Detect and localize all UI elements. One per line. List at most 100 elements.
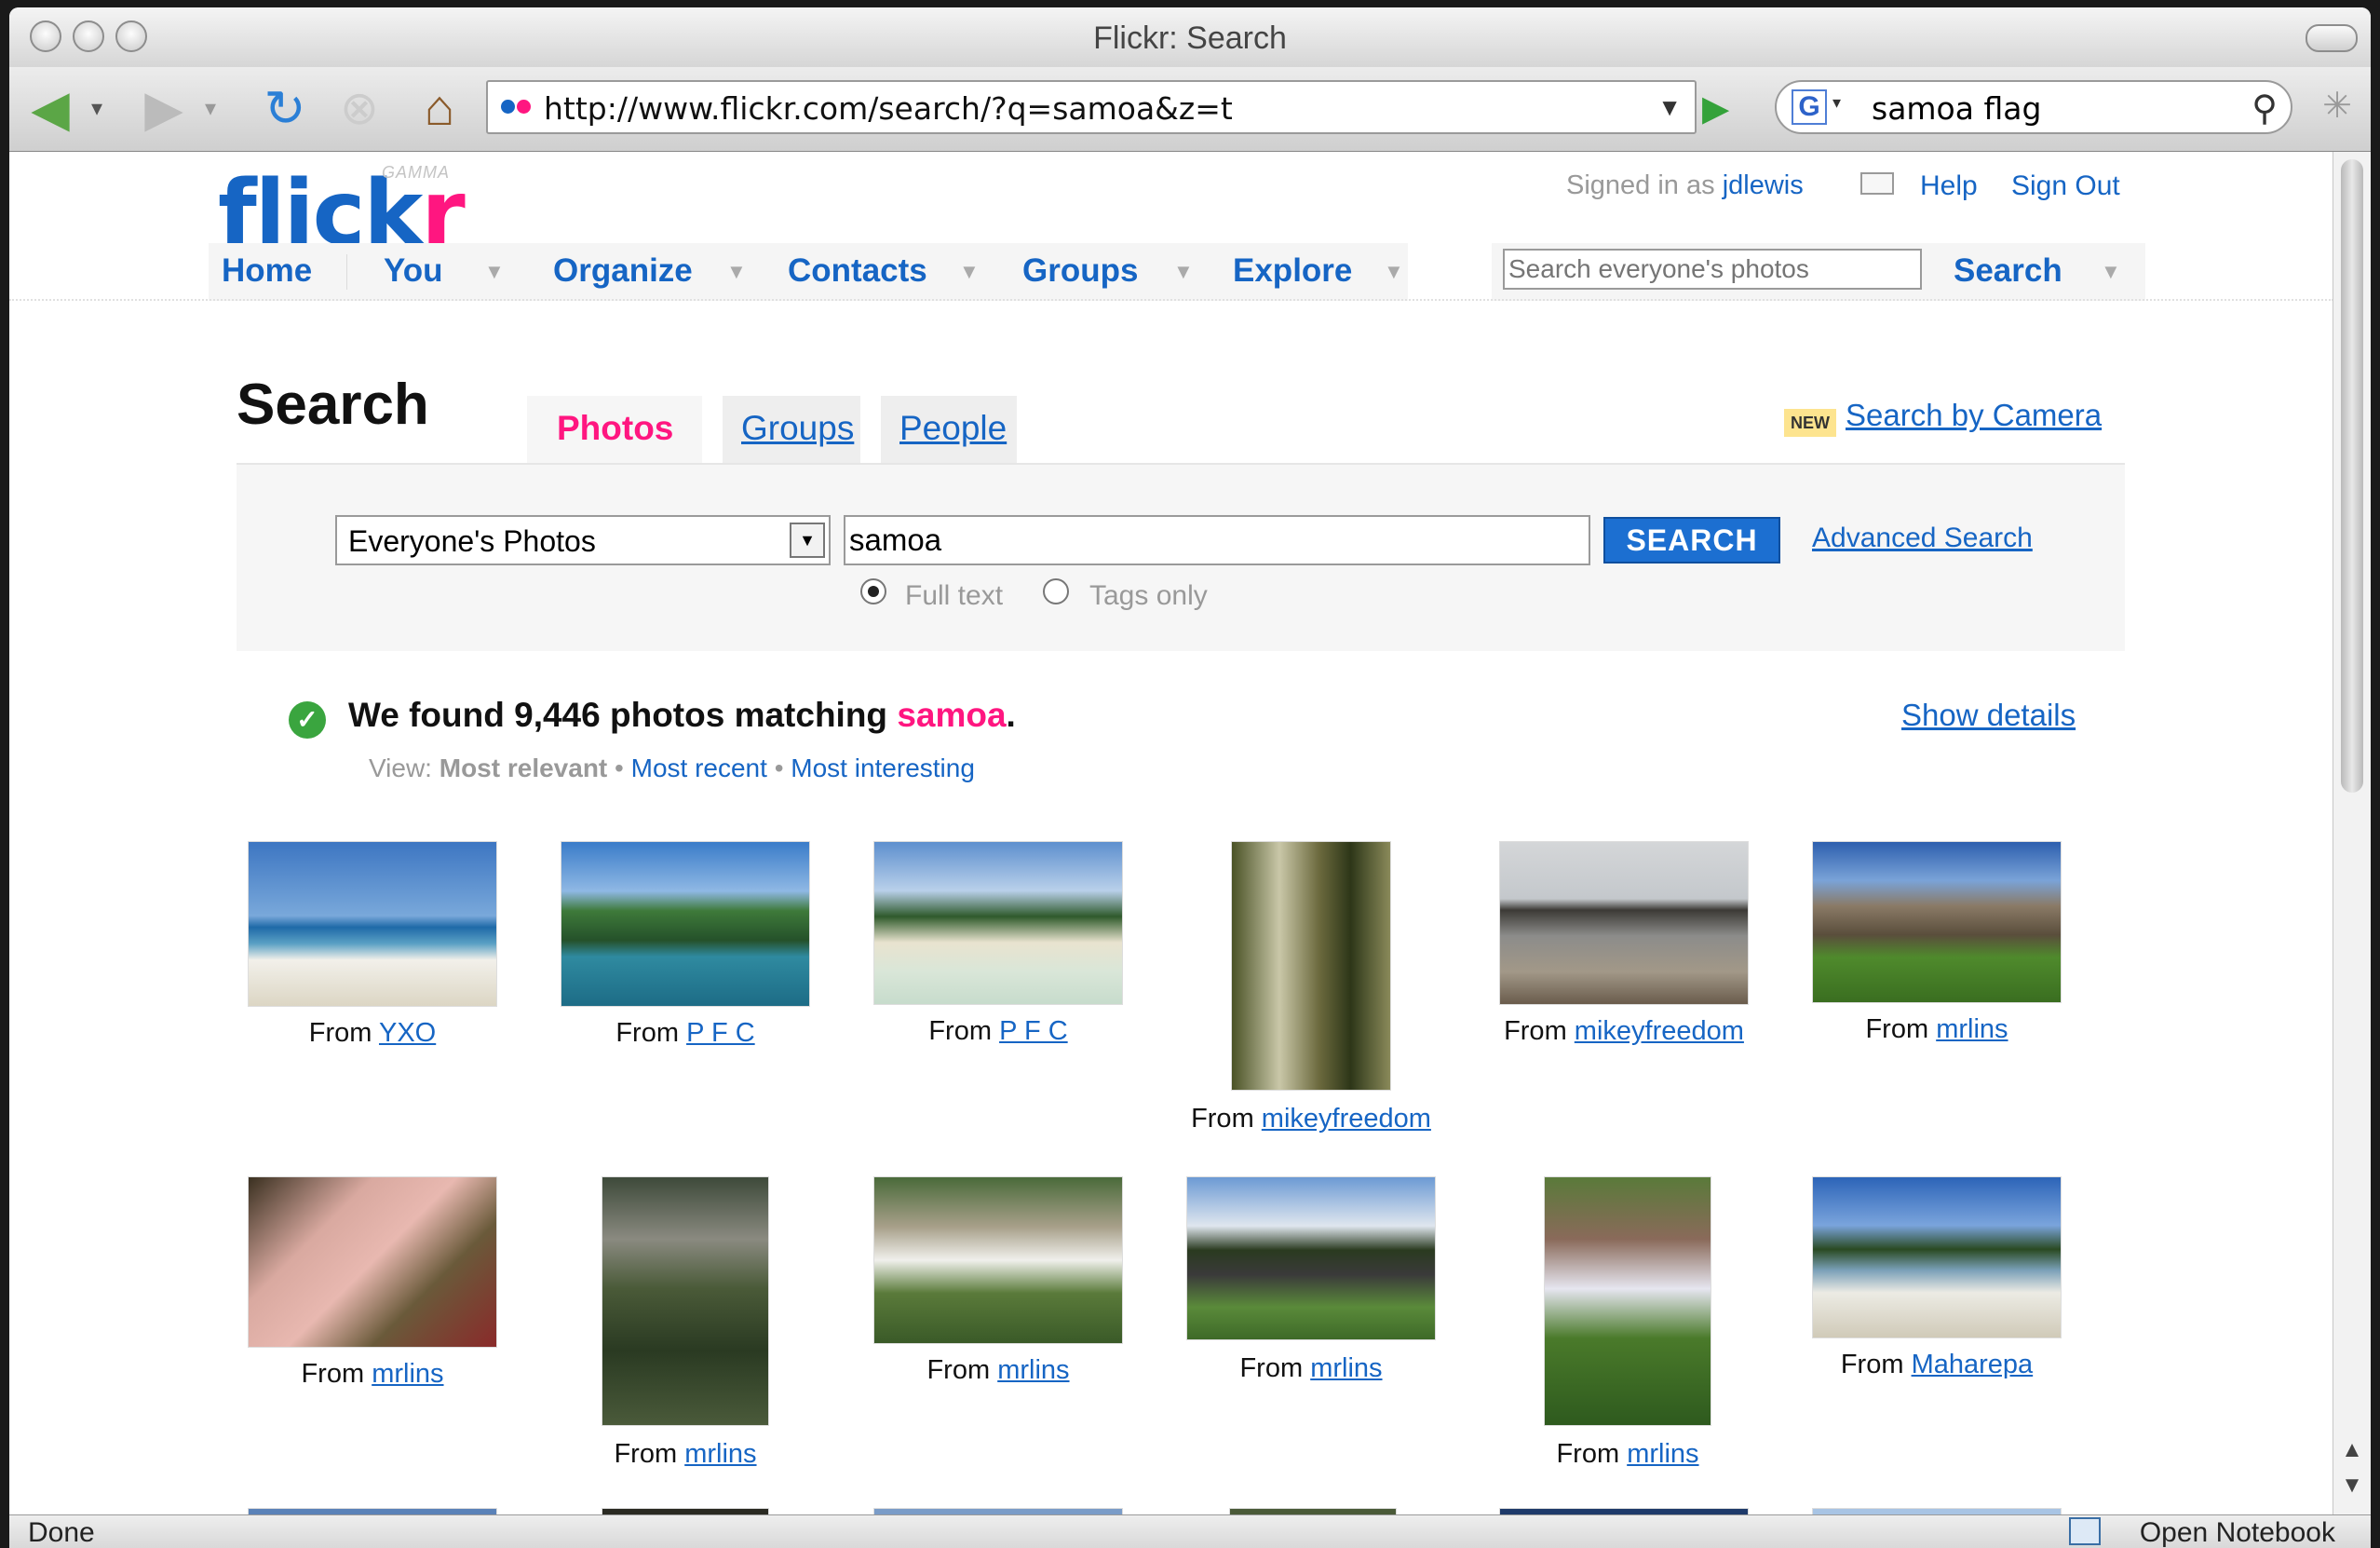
go-arrow-icon[interactable]: ▶	[1702, 88, 1729, 129]
tags-only-label: Tags only	[1089, 580, 1208, 611]
photo-thumbnail[interactable]	[873, 1508, 1123, 1514]
open-notebook-button[interactable]: Open Notebook	[2140, 1517, 2335, 1548]
photo-author-link[interactable]: mrlins	[1936, 1014, 2008, 1044]
from-label: From	[1504, 1016, 1567, 1046]
photo-thumbnail[interactable]	[1186, 1176, 1436, 1340]
nav-explore-caret-icon[interactable]: ▼	[1384, 260, 1404, 284]
notebook-icon[interactable]	[2069, 1517, 2101, 1545]
photo-thumbnail[interactable]	[1812, 1508, 2062, 1514]
photo-thumbnail[interactable]	[561, 841, 810, 1007]
nav-organize-caret-icon[interactable]: ▼	[726, 260, 747, 284]
photo-thumbnail[interactable]	[1812, 841, 2062, 1003]
toolbar-toggle-button[interactable]	[2306, 24, 2358, 52]
from-label: From	[928, 1016, 992, 1046]
tags-only-radio[interactable]	[1043, 578, 1069, 604]
tab-people[interactable]: People	[881, 396, 1017, 463]
search-by-camera-link[interactable]: Search by Camera	[1846, 398, 2102, 433]
photo-author-link[interactable]: mrlins	[684, 1439, 756, 1469]
back-dropdown-icon[interactable]: ▾	[88, 80, 106, 136]
scroll-down-arrow-icon[interactable]: ▼	[2333, 1473, 2371, 1508]
show-details-link[interactable]: Show details	[1901, 698, 2076, 733]
full-text-radio[interactable]	[860, 578, 886, 604]
photo-author-link[interactable]: mrlins	[1310, 1353, 1382, 1383]
view-most-recent-link[interactable]: Most recent	[631, 754, 767, 782]
engine-dropdown-icon[interactable]: ▾	[1832, 93, 1841, 113]
url-bar[interactable]: ▼	[486, 80, 1697, 134]
photo-thumbnail[interactable]	[1544, 1176, 1711, 1426]
photo-author-link[interactable]: P F C	[999, 1016, 1068, 1046]
vertical-scrollbar[interactable]: ▲ ▼	[2333, 152, 2371, 1514]
header-search-button[interactable]: Search	[1954, 252, 2062, 290]
scope-select[interactable]: Everyone's Photos ▼	[335, 515, 831, 565]
view-most-interesting-link[interactable]: Most interesting	[791, 754, 975, 782]
google-engine-icon[interactable]: G	[1792, 89, 1827, 125]
from-label: From	[615, 1018, 679, 1048]
photo-thumbnail[interactable]	[1229, 1508, 1397, 1514]
photo-author-link[interactable]: P F C	[686, 1018, 755, 1048]
photo-thumbnail[interactable]	[602, 1508, 769, 1514]
nav-you-caret-icon[interactable]: ▼	[484, 260, 505, 284]
photo-author-link[interactable]: mikeyfreedom	[1575, 1016, 1744, 1046]
nav-groups-caret-icon[interactable]: ▼	[1173, 260, 1194, 284]
nav-home[interactable]: Home	[222, 252, 312, 290]
url-input[interactable]	[542, 89, 1626, 127]
forward-arrow-icon[interactable]: ▶	[136, 80, 192, 137]
browser-search-input[interactable]	[1870, 89, 2227, 127]
photo-thumbnail[interactable]	[602, 1176, 769, 1426]
photo-author-link[interactable]: mrlins	[372, 1359, 443, 1389]
nav-organize[interactable]: Organize	[553, 252, 693, 290]
photo-thumbnail[interactable]	[248, 1176, 497, 1348]
page-title: Search	[237, 373, 429, 437]
tab-groups[interactable]: Groups	[723, 396, 860, 463]
username-link[interactable]: jdlewis	[1723, 170, 1804, 200]
results-query: samoa	[897, 696, 1007, 734]
from-label: From	[301, 1359, 365, 1389]
photo-caption: From Maharepa	[1812, 1350, 2062, 1380]
photo-thumbnail[interactable]	[873, 841, 1123, 1005]
nav-contacts-caret-icon[interactable]: ▼	[959, 260, 980, 284]
photo-author-link[interactable]: Maharepa	[1912, 1350, 2034, 1379]
header-search-input[interactable]	[1503, 249, 1922, 290]
scrollbar-thumb[interactable]	[2341, 159, 2363, 793]
photo-thumbnail[interactable]	[248, 841, 497, 1007]
url-history-dropdown-icon[interactable]: ▼	[1657, 93, 1682, 122]
photo-author-link[interactable]: mrlins	[1627, 1439, 1698, 1469]
sign-out-link[interactable]: Sign Out	[2011, 170, 2120, 202]
chevron-down-icon[interactable]: ▼	[790, 523, 825, 558]
header-divider	[9, 299, 2333, 301]
nav-you[interactable]: You	[384, 252, 443, 290]
photo-thumbnail[interactable]	[1231, 841, 1391, 1091]
reload-icon[interactable]: ↻	[257, 80, 313, 137]
tab-photos[interactable]: Photos	[527, 396, 702, 463]
photo-author-link[interactable]: mrlins	[997, 1355, 1069, 1385]
photo-thumbnail[interactable]	[1499, 1508, 1749, 1514]
mail-icon[interactable]	[1860, 172, 1894, 195]
help-link[interactable]: Help	[1920, 170, 1978, 202]
search-button[interactable]: SEARCH	[1603, 517, 1780, 564]
nav-groups[interactable]: Groups	[1022, 252, 1138, 290]
photo-author-link[interactable]: YXO	[379, 1018, 436, 1048]
photo-author-link[interactable]: mikeyfreedom	[1262, 1104, 1431, 1134]
nav-contacts[interactable]: Contacts	[788, 252, 927, 290]
back-arrow-icon[interactable]: ◀	[22, 80, 78, 137]
from-label: From	[1865, 1014, 1929, 1044]
scroll-up-arrow-icon[interactable]: ▲	[2333, 1437, 2371, 1473]
magnifier-icon[interactable]: ⚲	[2252, 88, 2278, 129]
nav-explore[interactable]: Explore	[1233, 252, 1352, 290]
photo-thumbnail[interactable]	[1812, 1176, 2062, 1338]
browser-search-bar[interactable]: G ▾ ⚲	[1775, 80, 2292, 134]
advanced-search-link[interactable]: Advanced Search	[1812, 523, 2033, 554]
header-search-caret-icon[interactable]: ▼	[2101, 260, 2121, 284]
photo-caption: From P F C	[873, 1016, 1123, 1047]
forward-dropdown-icon[interactable]: ▾	[201, 80, 220, 136]
photo-thumbnail[interactable]	[248, 1508, 497, 1514]
signed-in-prefix: Signed in as	[1566, 170, 1715, 200]
photo-caption: From mrlins	[873, 1355, 1123, 1386]
stop-icon[interactable]: ⊗	[331, 80, 387, 136]
from-label: From	[308, 1018, 372, 1048]
status-text: Done	[28, 1517, 95, 1548]
photo-thumbnail[interactable]	[1499, 841, 1749, 1005]
home-icon[interactable]: ⌂	[412, 80, 467, 136]
photo-thumbnail[interactable]	[873, 1176, 1123, 1344]
search-query-input[interactable]	[844, 515, 1590, 565]
